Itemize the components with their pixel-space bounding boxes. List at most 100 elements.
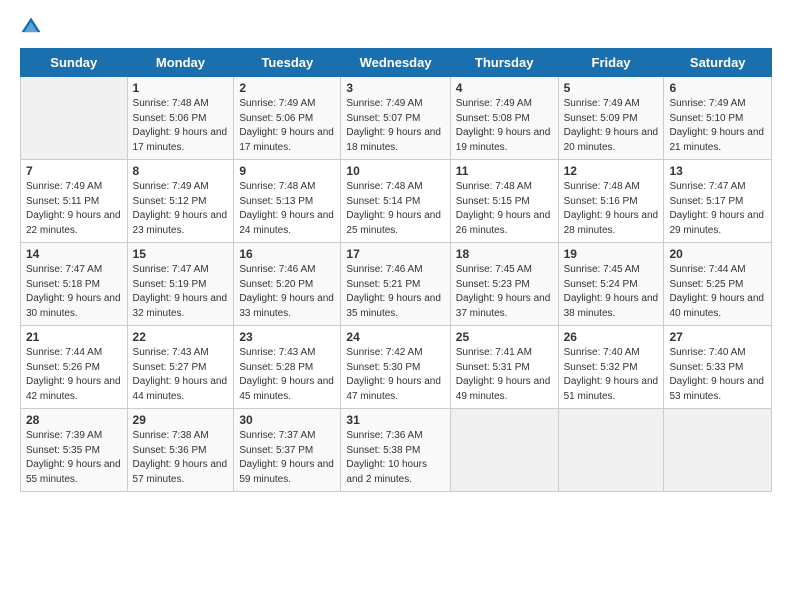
day-number: 27 bbox=[669, 330, 766, 344]
day-info: Sunrise: 7:42 AM Sunset: 5:30 PM Dayligh… bbox=[346, 346, 444, 404]
calendar-weekday-header: Tuesday bbox=[234, 49, 341, 77]
day-number: 19 bbox=[564, 247, 659, 261]
calendar-cell: 29Sunrise: 7:38 AM Sunset: 5:36 PM Dayli… bbox=[127, 409, 234, 492]
calendar-cell: 16 Sunrise: 7:46 AM Sunset: 5:20 PM Dayli… bbox=[234, 243, 341, 326]
day-info: Sunrise: 7:37 AM Sunset: 5:37 PM Dayligh… bbox=[239, 429, 335, 487]
calendar-cell: 9 Sunrise: 7:48 AM Sunset: 5:13 PM Daylig… bbox=[234, 160, 341, 243]
day-info: Sunrise: 7:48 AM Sunset: 5:06 PM Dayligh… bbox=[133, 97, 229, 155]
day-info: Sunrise: 7:46 AM Sunset: 5:20 PM Dayligh… bbox=[239, 263, 335, 321]
logo-icon bbox=[20, 16, 42, 38]
day-info: Sunrise: 7:45 AM Sunset: 5:23 PM Dayligh… bbox=[456, 263, 553, 321]
calendar-table: SundayMondayTuesdayWednesdayThursdayFrid… bbox=[20, 48, 772, 492]
calendar-cell: 11 Sunrise: 7:48 AM Sunset: 5:15 PM Dayli… bbox=[450, 160, 558, 243]
calendar-cell: 3 Sunrise: 7:49 AM Sunset: 5:07 PM Daylig… bbox=[341, 77, 450, 160]
day-number: 25 bbox=[456, 330, 553, 344]
day-info: Sunrise: 7:49 AM Sunset: 5:11 PM Dayligh… bbox=[26, 180, 122, 238]
calendar-weekday-header: Wednesday bbox=[341, 49, 450, 77]
calendar-cell: 26 Sunrise: 7:40 AM Sunset: 5:32 PM Dayli… bbox=[558, 326, 664, 409]
calendar-weekday-header: Thursday bbox=[450, 49, 558, 77]
day-number: 2 bbox=[239, 81, 335, 95]
day-info: Sunrise: 7:41 AM Sunset: 5:31 PM Dayligh… bbox=[456, 346, 553, 404]
day-info: Sunrise: 7:44 AM Sunset: 5:25 PM Dayligh… bbox=[669, 263, 766, 321]
calendar-cell: 7 Sunrise: 7:49 AM Sunset: 5:11 PM Daylig… bbox=[21, 160, 128, 243]
day-info: Sunrise: 7:48 AM Sunset: 5:15 PM Dayligh… bbox=[456, 180, 553, 238]
calendar-cell: 5 Sunrise: 7:49 AM Sunset: 5:09 PM Daylig… bbox=[558, 77, 664, 160]
calendar-cell: 17 Sunrise: 7:46 AM Sunset: 5:21 PM Dayli… bbox=[341, 243, 450, 326]
day-info: Sunrise: 7:48 AM Sunset: 5:14 PM Dayligh… bbox=[346, 180, 444, 238]
day-number: 11 bbox=[456, 164, 553, 178]
calendar-cell bbox=[450, 409, 558, 492]
day-number: 21 bbox=[26, 330, 122, 344]
calendar-cell: 14Sunrise: 7:47 AM Sunset: 5:18 PM Dayli… bbox=[21, 243, 128, 326]
day-number: 17 bbox=[346, 247, 444, 261]
calendar-cell: 25 Sunrise: 7:41 AM Sunset: 5:31 PM Dayli… bbox=[450, 326, 558, 409]
day-number: 7 bbox=[26, 164, 122, 178]
page: SundayMondayTuesdayWednesdayThursdayFrid… bbox=[0, 0, 792, 502]
day-info: Sunrise: 7:49 AM Sunset: 5:10 PM Dayligh… bbox=[669, 97, 766, 155]
calendar-weekday-header: Friday bbox=[558, 49, 664, 77]
calendar-cell: 31Sunrise: 7:36 AM Sunset: 5:38 PM Dayli… bbox=[341, 409, 450, 492]
calendar-cell: 6 Sunrise: 7:49 AM Sunset: 5:10 PM Daylig… bbox=[664, 77, 772, 160]
calendar-cell: 27 Sunrise: 7:40 AM Sunset: 5:33 PM Dayli… bbox=[664, 326, 772, 409]
day-info: Sunrise: 7:46 AM Sunset: 5:21 PM Dayligh… bbox=[346, 263, 444, 321]
day-info: Sunrise: 7:49 AM Sunset: 5:08 PM Dayligh… bbox=[456, 97, 553, 155]
calendar-cell: 13Sunrise: 7:47 AM Sunset: 5:17 PM Dayli… bbox=[664, 160, 772, 243]
day-info: Sunrise: 7:47 AM Sunset: 5:19 PM Dayligh… bbox=[133, 263, 229, 321]
calendar-cell: 21 Sunrise: 7:44 AM Sunset: 5:26 PM Dayli… bbox=[21, 326, 128, 409]
header-area bbox=[20, 16, 772, 38]
day-info: Sunrise: 7:45 AM Sunset: 5:24 PM Dayligh… bbox=[564, 263, 659, 321]
day-number: 26 bbox=[564, 330, 659, 344]
day-info: Sunrise: 7:49 AM Sunset: 5:06 PM Dayligh… bbox=[239, 97, 335, 155]
calendar-week-row: 1Sunrise: 7:48 AM Sunset: 5:06 PM Daylig… bbox=[21, 77, 772, 160]
day-number: 20 bbox=[669, 247, 766, 261]
day-number: 24 bbox=[346, 330, 444, 344]
calendar-header-row: SundayMondayTuesdayWednesdayThursdayFrid… bbox=[21, 49, 772, 77]
day-number: 22 bbox=[133, 330, 229, 344]
calendar-cell: 8 Sunrise: 7:49 AM Sunset: 5:12 PM Daylig… bbox=[127, 160, 234, 243]
calendar-cell: 18 Sunrise: 7:45 AM Sunset: 5:23 PM Dayli… bbox=[450, 243, 558, 326]
day-info: Sunrise: 7:36 AM Sunset: 5:38 PM Dayligh… bbox=[346, 429, 444, 487]
day-info: Sunrise: 7:40 AM Sunset: 5:32 PM Dayligh… bbox=[564, 346, 659, 404]
calendar-cell: 28 Sunrise: 7:39 AM Sunset: 5:35 PM Dayli… bbox=[21, 409, 128, 492]
day-number: 5 bbox=[564, 81, 659, 95]
day-info: Sunrise: 7:44 AM Sunset: 5:26 PM Dayligh… bbox=[26, 346, 122, 404]
day-number: 28 bbox=[26, 413, 122, 427]
day-info: Sunrise: 7:49 AM Sunset: 5:12 PM Dayligh… bbox=[133, 180, 229, 238]
day-number: 30 bbox=[239, 413, 335, 427]
day-info: Sunrise: 7:39 AM Sunset: 5:35 PM Dayligh… bbox=[26, 429, 122, 487]
calendar-weekday-header: Monday bbox=[127, 49, 234, 77]
calendar-cell: 23 Sunrise: 7:43 AM Sunset: 5:28 PM Dayli… bbox=[234, 326, 341, 409]
calendar-cell: 24 Sunrise: 7:42 AM Sunset: 5:30 PM Dayli… bbox=[341, 326, 450, 409]
day-number: 16 bbox=[239, 247, 335, 261]
day-info: Sunrise: 7:43 AM Sunset: 5:27 PM Dayligh… bbox=[133, 346, 229, 404]
calendar-week-row: 14Sunrise: 7:47 AM Sunset: 5:18 PM Dayli… bbox=[21, 243, 772, 326]
calendar-cell: 1Sunrise: 7:48 AM Sunset: 5:06 PM Daylig… bbox=[127, 77, 234, 160]
day-number: 9 bbox=[239, 164, 335, 178]
day-number: 15 bbox=[133, 247, 229, 261]
day-info: Sunrise: 7:43 AM Sunset: 5:28 PM Dayligh… bbox=[239, 346, 335, 404]
calendar-cell bbox=[664, 409, 772, 492]
calendar-week-row: 28 Sunrise: 7:39 AM Sunset: 5:35 PM Dayli… bbox=[21, 409, 772, 492]
day-number: 3 bbox=[346, 81, 444, 95]
day-number: 8 bbox=[133, 164, 229, 178]
day-number: 6 bbox=[669, 81, 766, 95]
day-info: Sunrise: 7:49 AM Sunset: 5:09 PM Dayligh… bbox=[564, 97, 659, 155]
day-info: Sunrise: 7:48 AM Sunset: 5:13 PM Dayligh… bbox=[239, 180, 335, 238]
day-info: Sunrise: 7:49 AM Sunset: 5:07 PM Dayligh… bbox=[346, 97, 444, 155]
calendar-cell: 2 Sunrise: 7:49 AM Sunset: 5:06 PM Daylig… bbox=[234, 77, 341, 160]
day-number: 4 bbox=[456, 81, 553, 95]
calendar-cell: 12Sunrise: 7:48 AM Sunset: 5:16 PM Dayli… bbox=[558, 160, 664, 243]
day-info: Sunrise: 7:40 AM Sunset: 5:33 PM Dayligh… bbox=[669, 346, 766, 404]
calendar-week-row: 21 Sunrise: 7:44 AM Sunset: 5:26 PM Dayli… bbox=[21, 326, 772, 409]
calendar-cell bbox=[558, 409, 664, 492]
day-number: 18 bbox=[456, 247, 553, 261]
calendar-weekday-header: Saturday bbox=[664, 49, 772, 77]
day-number: 23 bbox=[239, 330, 335, 344]
day-info: Sunrise: 7:38 AM Sunset: 5:36 PM Dayligh… bbox=[133, 429, 229, 487]
day-info: Sunrise: 7:47 AM Sunset: 5:17 PM Dayligh… bbox=[669, 180, 766, 238]
calendar-cell: 10Sunrise: 7:48 AM Sunset: 5:14 PM Dayli… bbox=[341, 160, 450, 243]
calendar-cell: 4 Sunrise: 7:49 AM Sunset: 5:08 PM Daylig… bbox=[450, 77, 558, 160]
day-info: Sunrise: 7:47 AM Sunset: 5:18 PM Dayligh… bbox=[26, 263, 122, 321]
calendar-cell bbox=[21, 77, 128, 160]
logo bbox=[20, 16, 46, 38]
